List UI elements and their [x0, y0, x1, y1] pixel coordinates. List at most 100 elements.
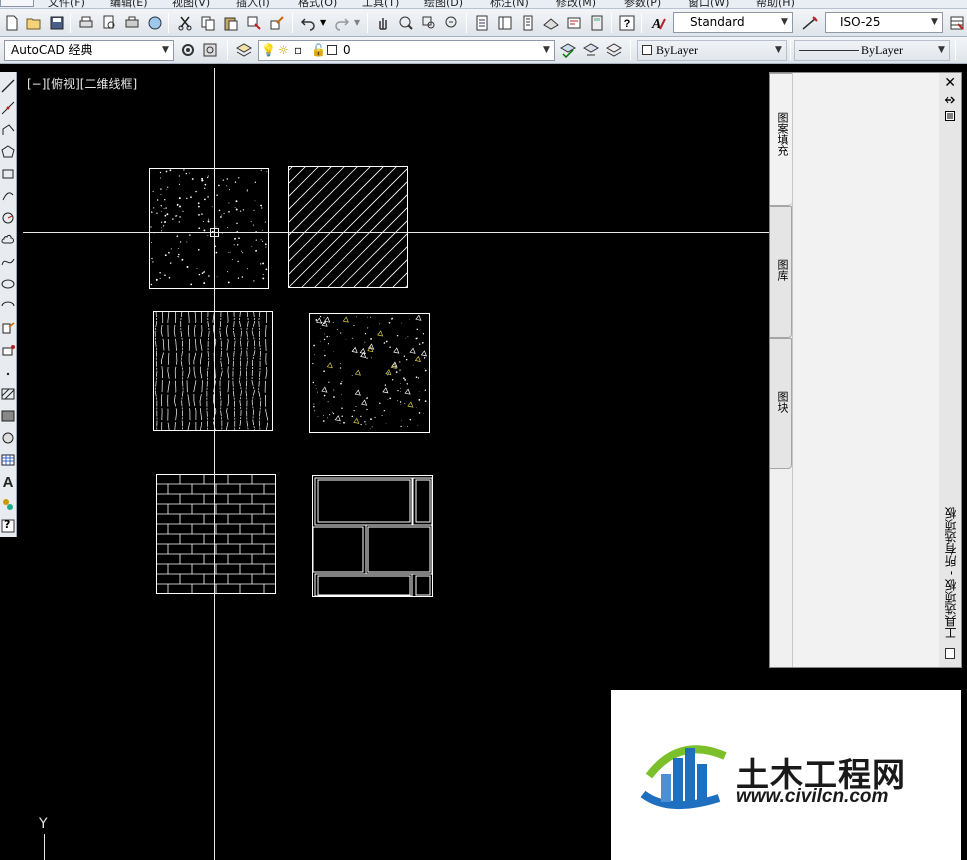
hatch-brick-sample[interactable]: [156, 474, 276, 594]
tab-library[interactable]: 图库: [770, 206, 792, 338]
print-preview-icon[interactable]: [100, 14, 118, 32]
chevron-down-icon: ▼: [931, 17, 938, 27]
linetype-select[interactable]: ByLayer ▼: [794, 40, 950, 61]
menu-window[interactable]: 窗口(W): [688, 0, 729, 8]
layer-state-icon[interactable]: [605, 41, 623, 59]
close-icon[interactable]: ✕: [944, 75, 956, 91]
palette-content[interactable]: [792, 73, 940, 667]
cut-icon[interactable]: [176, 14, 194, 32]
design-center-icon[interactable]: [496, 14, 514, 32]
paste-icon[interactable]: [222, 14, 240, 32]
draw-help-icon[interactable]: ?: [0, 518, 16, 534]
point-icon[interactable]: [0, 364, 16, 380]
workspace-settings-icon[interactable]: [179, 41, 197, 59]
properties-icon[interactable]: [473, 14, 491, 32]
workspace-select[interactable]: AutoCAD 经典 ▼: [4, 40, 174, 61]
table-style-icon[interactable]: [948, 14, 966, 32]
add-selected-icon[interactable]: [0, 496, 16, 512]
workspace-save-icon[interactable]: [201, 41, 219, 59]
text-style-select[interactable]: Standard ▼: [673, 12, 793, 33]
ellipse-icon[interactable]: [0, 276, 16, 292]
text-style-icon[interactable]: A: [649, 14, 667, 32]
arc-icon[interactable]: [0, 188, 16, 204]
viewport-controls-label[interactable]: [−][俯视][二维线框]: [27, 75, 137, 92]
3d-dwf-icon[interactable]: [146, 14, 164, 32]
circle-icon[interactable]: [0, 210, 16, 226]
line-icon[interactable]: [0, 78, 16, 94]
menu-tools[interactable]: 工具(T): [362, 0, 399, 8]
menu-dimension[interactable]: 标注(N): [490, 0, 529, 8]
menu-app-tab[interactable]: [0, 0, 34, 7]
menu-format[interactable]: 格式(O): [298, 0, 337, 8]
layer-name: 0: [343, 43, 351, 57]
zoom-realtime-icon[interactable]: [397, 14, 415, 32]
table-icon[interactable]: [0, 452, 16, 468]
redo-icon[interactable]: [333, 14, 351, 32]
gradient-icon[interactable]: [0, 408, 16, 424]
color-select[interactable]: ByLayer ▼: [637, 40, 787, 61]
spline-icon[interactable]: [0, 254, 16, 270]
make-block-icon[interactable]: [0, 342, 16, 358]
tool-palettes-icon[interactable]: [519, 14, 537, 32]
palette-options-icon[interactable]: [945, 648, 955, 659]
zoom-window-icon[interactable]: [420, 14, 438, 32]
save-icon[interactable]: [48, 14, 66, 32]
polygon-icon[interactable]: [0, 144, 16, 160]
layer-select[interactable]: 💡 ☼ ▫ 🔓 0 ▼: [258, 40, 555, 61]
make-current-layer-icon[interactable]: [559, 41, 577, 59]
dim-style-icon[interactable]: [801, 14, 819, 32]
color-value: ByLayer: [656, 43, 698, 57]
tab-hatch[interactable]: 图案填充: [770, 73, 792, 206]
polyline-icon[interactable]: [0, 122, 16, 138]
multiline-text-icon[interactable]: A: [0, 474, 16, 491]
tab-blocks[interactable]: 图块: [770, 338, 792, 469]
properties-menu-icon[interactable]: [945, 111, 955, 121]
palette-titlebar[interactable]: ✕ 工具选项板 - 所有选项板: [939, 73, 961, 667]
calculator-icon[interactable]: [588, 14, 606, 32]
redo-dropdown-icon[interactable]: ▼: [354, 18, 360, 27]
rectangle-icon[interactable]: [0, 166, 16, 182]
help-icon[interactable]: ?: [618, 14, 636, 32]
pan-icon[interactable]: [374, 14, 392, 32]
undo-icon[interactable]: [299, 14, 317, 32]
menu-insert[interactable]: 插入(I): [236, 0, 270, 8]
menu-draw[interactable]: 绘图(D): [424, 0, 463, 8]
menu-file[interactable]: 文件(F): [48, 0, 85, 8]
sheet-set-icon[interactable]: [542, 14, 560, 32]
hatch-concrete-sample[interactable]: [309, 313, 430, 433]
menu-parametric[interactable]: 参数(P): [624, 0, 661, 8]
autohide-icon[interactable]: [945, 95, 955, 105]
insert-block-icon[interactable]: [0, 320, 16, 336]
match-properties-icon[interactable]: [245, 14, 263, 32]
layer-previous-icon[interactable]: [582, 41, 600, 59]
hatch-diagonal-sample[interactable]: [288, 166, 408, 288]
tool-palette: 图案填充 图库 图块 ✕ 工具选项板 - 所有选项板: [769, 72, 962, 668]
copy-icon[interactable]: [199, 14, 217, 32]
open-icon[interactable]: [25, 14, 43, 32]
dim-style-select[interactable]: ISO-25 ▼: [825, 12, 943, 33]
region-icon[interactable]: [0, 430, 16, 446]
hatch-icon[interactable]: [0, 386, 16, 402]
publish-icon[interactable]: [123, 14, 141, 32]
block-editor-icon[interactable]: [268, 14, 286, 32]
new-icon[interactable]: [3, 14, 21, 32]
ellipse-arc-icon[interactable]: [0, 298, 16, 314]
hatch-block-sample[interactable]: [312, 475, 433, 597]
menu-edit[interactable]: 编辑(E): [110, 0, 148, 8]
revision-cloud-icon[interactable]: [0, 232, 16, 248]
menu-help[interactable]: 帮助(H): [756, 0, 795, 8]
hatch-woodgrain-sample[interactable]: [153, 311, 273, 431]
zoom-previous-icon[interactable]: [443, 14, 461, 32]
markup-icon[interactable]: [565, 14, 583, 32]
construction-line-icon[interactable]: [0, 100, 16, 116]
print-icon[interactable]: [77, 14, 95, 32]
lock-icon: 🔓: [311, 43, 326, 57]
tab-library-label: 图库: [776, 259, 789, 281]
undo-dropdown-icon[interactable]: ▼: [320, 18, 326, 27]
layer-properties-icon[interactable]: [235, 41, 253, 59]
menu-modify[interactable]: 修改(M): [556, 0, 596, 8]
viewport-freeze-icon: ▫: [294, 43, 303, 57]
crosshair-horizontal: [23, 232, 778, 233]
hatch-dots-sample[interactable]: [149, 168, 269, 289]
menu-view[interactable]: 视图(V): [172, 0, 210, 8]
